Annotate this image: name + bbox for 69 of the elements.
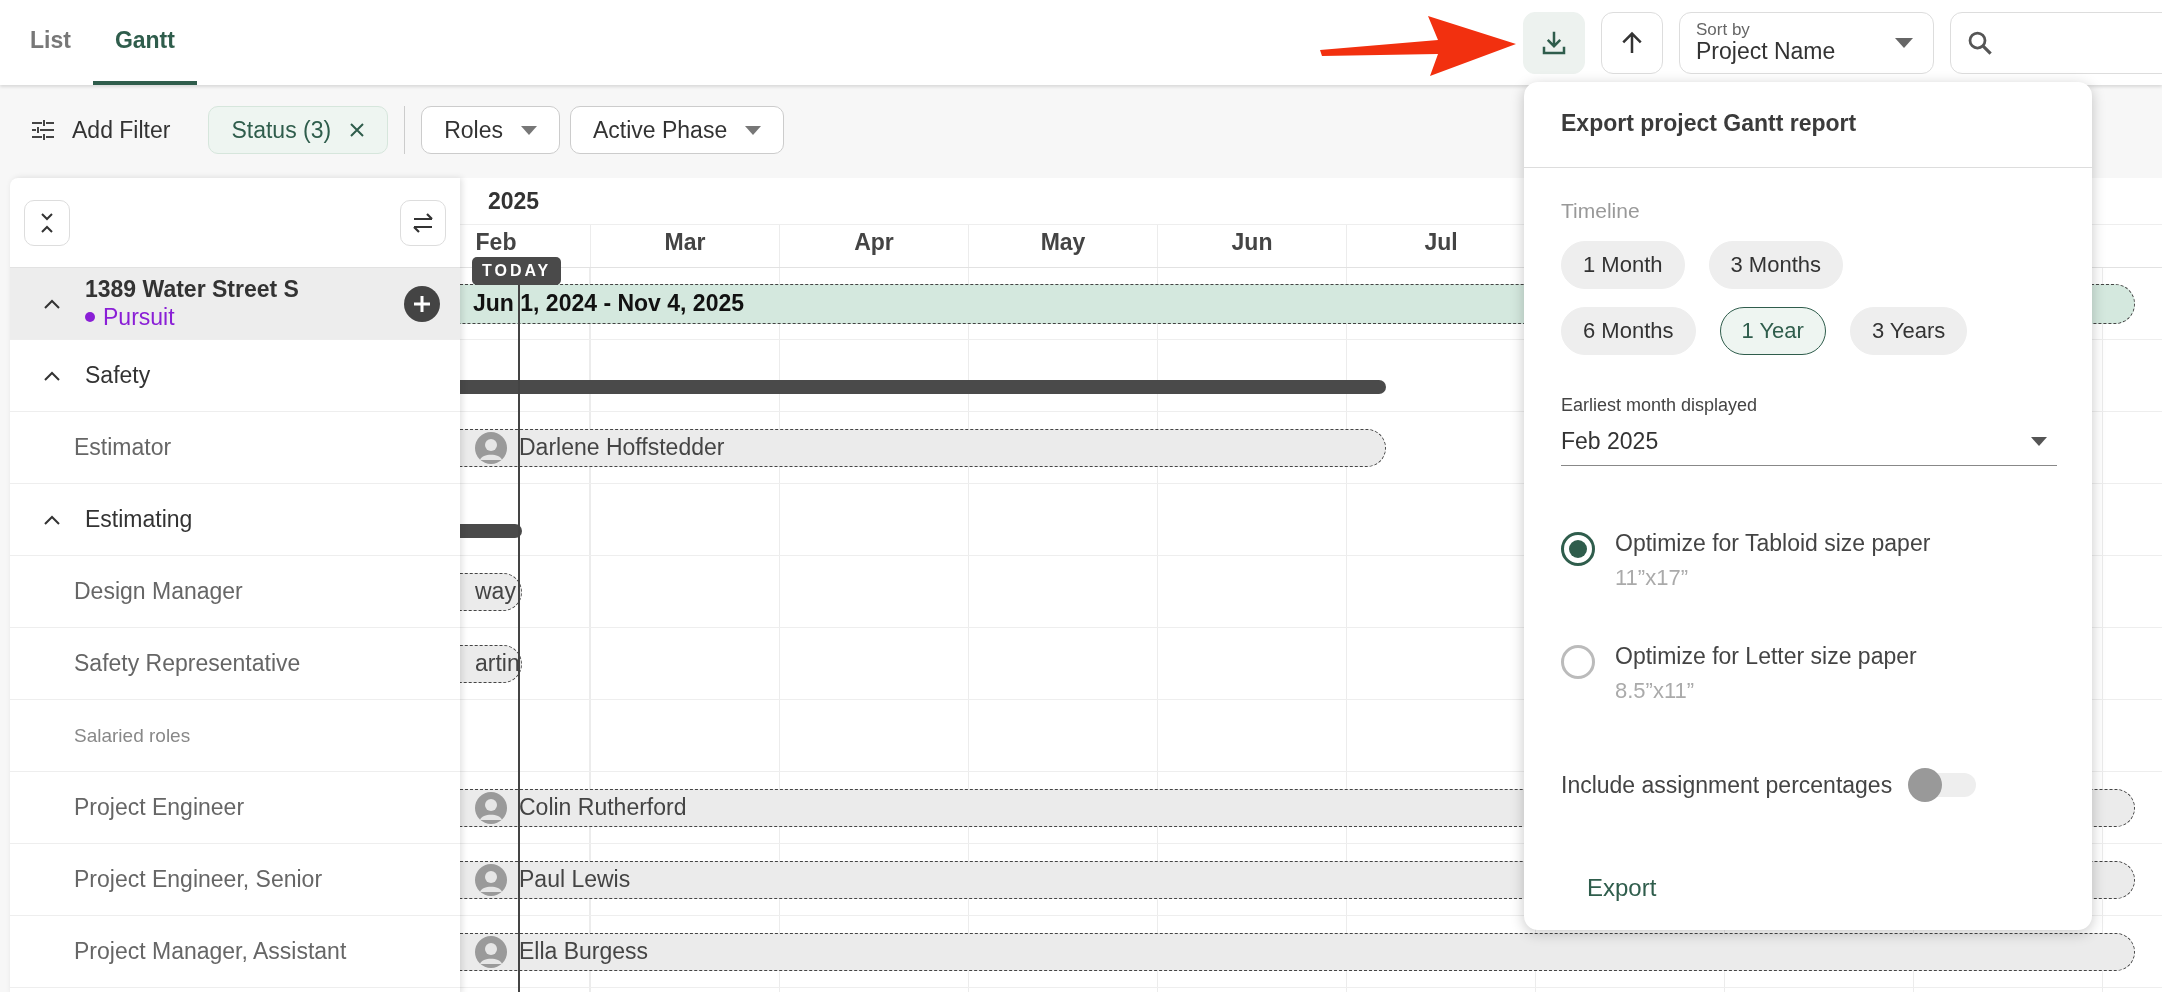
phase-bar[interactable] <box>460 524 522 538</box>
today-marker: TODAY <box>472 257 562 285</box>
close-icon <box>349 122 366 138</box>
caret-icon <box>745 125 762 135</box>
role-label: Safety Representative <box>74 650 301 677</box>
assignee-name: Ella Burgess <box>519 938 649 965</box>
filter-chip[interactable]: Active Phase <box>569 106 785 154</box>
sort-direction-button[interactable] <box>1601 11 1663 74</box>
caret-icon <box>2031 437 2047 446</box>
paper-size: 11”x17” <box>1615 565 1689 591</box>
collapse-icon <box>38 210 56 235</box>
sort-dropdown[interactable]: Sort by Project Name <box>1679 11 1934 74</box>
assignee-name: artin <box>475 650 520 677</box>
timeline-chip[interactable]: 1 Year <box>1719 307 1826 355</box>
month-select[interactable]: Earliest month displayed Feb 2025 <box>1561 395 2057 466</box>
swap-button[interactable] <box>400 199 446 246</box>
download-button[interactable] <box>1523 11 1585 74</box>
role-label: Estimator <box>74 434 172 461</box>
role-label: Project Engineer, Senior <box>74 866 323 893</box>
month-label: Apr <box>854 229 894 256</box>
timeline-label: Timeline <box>1561 199 1641 223</box>
timeline-chip[interactable]: 1 Month <box>1561 241 1685 289</box>
dialog-title: Export project Gantt report <box>1524 82 2092 168</box>
radio-button[interactable] <box>1561 532 1595 566</box>
paper-option-label: Optimize for Letter size paper <box>1615 643 1917 670</box>
timeline-chip[interactable]: 6 Months <box>1561 307 1696 355</box>
assignment-bar[interactable]: way <box>460 572 522 611</box>
chevron-icon[interactable] <box>43 297 61 310</box>
add-button[interactable] <box>404 285 440 322</box>
plus-icon <box>412 293 432 314</box>
toggle-switch[interactable] <box>1908 768 1977 802</box>
timeline-chip[interactable]: 3 Months <box>1708 241 1843 289</box>
assignee-name: Paul Lewis <box>519 866 631 893</box>
year-label: 2025 <box>488 187 540 215</box>
paper-size: 8.5”x11” <box>1615 678 1696 704</box>
assignee-name: Darlene Hoffstedder <box>519 434 725 461</box>
group-label: Salaried roles <box>74 724 191 747</box>
phase-label: Estimating <box>85 506 193 533</box>
assignee-name: Colin Rutherford <box>519 794 687 821</box>
status-label: Pursuit <box>103 303 175 332</box>
chevron-icon[interactable] <box>43 369 61 382</box>
role-label: Design Manager <box>74 578 243 605</box>
view-tab[interactable]: List <box>8 0 93 85</box>
assignment-bar[interactable]: artin <box>460 644 522 683</box>
month-label: Feb <box>475 229 517 256</box>
collapse-all-button[interactable] <box>24 199 70 246</box>
timeline-chip[interactable]: 3 Years <box>1849 307 1968 355</box>
role-label: Project Engineer <box>74 794 245 821</box>
chevron-icon[interactable] <box>43 513 61 526</box>
search-field[interactable] <box>1950 11 2162 74</box>
month-label: Jul <box>1424 229 1458 256</box>
filter-chip[interactable]: Roles <box>421 106 560 154</box>
month-label: Mar <box>664 229 706 256</box>
assignee-name: way <box>475 578 516 605</box>
caret-icon <box>1895 37 1913 48</box>
role-label: Project Manager, Assistant <box>74 938 347 965</box>
radio-button[interactable] <box>1561 645 1595 679</box>
caret-icon <box>520 125 537 135</box>
month-label: May <box>1040 229 1086 256</box>
project-name: 1389 Water Street S <box>85 275 299 304</box>
view-tab[interactable]: Gantt <box>92 0 197 85</box>
add-filter-link[interactable]: Add Filter <box>72 116 171 144</box>
paper-option-label: Optimize for Tabloid size paper <box>1615 530 1931 557</box>
filter-sliders-icon <box>30 118 56 142</box>
phase-label: Safety <box>85 362 151 389</box>
filter-chip[interactable]: Status (3) <box>208 106 389 154</box>
assignment-bar[interactable]: Ella Burgess <box>460 932 2135 971</box>
month-label: Jun <box>1231 229 1273 256</box>
assignment-bar[interactable]: Darlene Hoffstedder <box>460 428 1386 467</box>
